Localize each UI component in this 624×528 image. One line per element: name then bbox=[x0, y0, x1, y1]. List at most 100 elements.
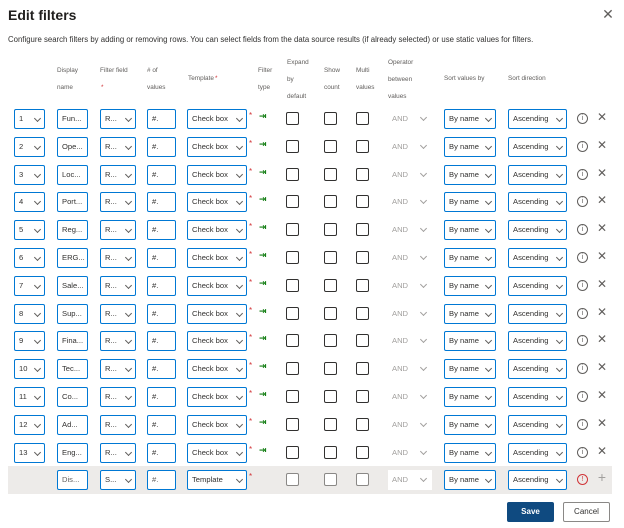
info-icon[interactable]: i bbox=[577, 140, 588, 152]
multi-values-checkbox[interactable] bbox=[356, 390, 369, 403]
template-dropdown[interactable]: Check box bbox=[187, 248, 247, 268]
num-values-input[interactable]: #. bbox=[147, 442, 176, 463]
sort-by-dropdown[interactable]: By name bbox=[444, 275, 496, 296]
multi-values-checkbox[interactable] bbox=[356, 139, 369, 153]
show-count-checkbox[interactable] bbox=[324, 139, 337, 153]
filter-type-arrow-icon[interactable]: ⇥ bbox=[259, 389, 267, 400]
template-dropdown[interactable]: Check box bbox=[187, 331, 247, 352]
sort-direction-dropdown[interactable]: Ascending bbox=[508, 248, 567, 268]
expand-by-default-checkbox[interactable] bbox=[286, 223, 299, 237]
template-dropdown[interactable]: Check box bbox=[187, 414, 247, 435]
display-name-input[interactable]: Co... bbox=[57, 387, 88, 407]
filter-type-arrow-icon[interactable]: ⇥ bbox=[259, 194, 267, 205]
info-icon[interactable]: i bbox=[577, 252, 588, 263]
sort-direction-dropdown[interactable]: Ascending bbox=[508, 220, 567, 241]
show-count-checkbox[interactable] bbox=[324, 362, 337, 376]
filter-type-arrow-icon[interactable]: ⇥ bbox=[259, 111, 267, 122]
expand-by-default-checkbox[interactable] bbox=[286, 417, 299, 431]
sort-by-dropdown[interactable]: By name bbox=[444, 248, 496, 268]
sort-direction-dropdown[interactable]: Ascending bbox=[508, 331, 567, 352]
template-dropdown[interactable]: Check box bbox=[187, 303, 247, 324]
display-name-input[interactable]: Sale... bbox=[57, 275, 88, 296]
num-values-input[interactable]: #. bbox=[147, 192, 176, 213]
show-count-checkbox[interactable] bbox=[324, 390, 337, 403]
template-dropdown[interactable]: Check box bbox=[187, 275, 247, 296]
template-dropdown[interactable]: Check box bbox=[187, 220, 247, 241]
show-count-checkbox[interactable] bbox=[324, 306, 337, 320]
filter-type-arrow-icon[interactable]: ⇥ bbox=[259, 278, 267, 289]
display-name-input[interactable]: Fun... bbox=[57, 109, 88, 129]
info-icon[interactable]: i bbox=[577, 307, 588, 319]
sort-by-dropdown[interactable]: By name bbox=[444, 220, 496, 241]
filter-type-arrow-icon[interactable]: ⇥ bbox=[259, 445, 267, 456]
order-dropdown[interactable]: 9 bbox=[14, 331, 45, 352]
show-count-checkbox[interactable] bbox=[324, 445, 337, 459]
sort-by-dropdown[interactable]: By name bbox=[444, 359, 496, 380]
close-icon[interactable]: ✕ bbox=[597, 444, 607, 458]
save-button[interactable]: Save bbox=[507, 502, 554, 522]
template-dropdown[interactable]: Check box bbox=[187, 192, 247, 213]
template-dropdown[interactable]: Check box bbox=[187, 109, 247, 129]
order-dropdown[interactable]: 13 bbox=[14, 442, 45, 463]
close-icon[interactable]: ✕ bbox=[597, 416, 607, 430]
multi-values-checkbox[interactable] bbox=[356, 195, 369, 209]
close-icon[interactable]: ✕ bbox=[597, 110, 607, 124]
show-count-checkbox[interactable] bbox=[324, 334, 337, 348]
filter-field-dropdown[interactable]: R... bbox=[100, 192, 136, 213]
num-values-input[interactable]: #. bbox=[147, 470, 176, 491]
template-dropdown[interactable]: Check box bbox=[187, 359, 247, 380]
sort-by-dropdown[interactable]: By name bbox=[444, 164, 496, 185]
order-dropdown[interactable]: 8 bbox=[14, 303, 45, 324]
close-icon[interactable]: ✕ bbox=[597, 305, 607, 319]
info-icon[interactable]: i bbox=[577, 168, 588, 180]
multi-values-checkbox[interactable] bbox=[356, 473, 369, 487]
close-icon[interactable]: ✕ bbox=[600, 6, 616, 23]
filter-field-dropdown[interactable]: R... bbox=[100, 136, 136, 157]
num-values-input[interactable]: #. bbox=[147, 248, 176, 268]
info-icon[interactable]: i bbox=[577, 279, 588, 291]
filter-type-arrow-icon[interactable]: ⇥ bbox=[259, 361, 267, 372]
template-dropdown[interactable]: Check box bbox=[187, 442, 247, 463]
display-name-input[interactable]: Reg... bbox=[57, 220, 88, 241]
display-name-input[interactable]: Ad... bbox=[57, 414, 88, 435]
multi-values-checkbox[interactable] bbox=[356, 112, 369, 125]
close-icon[interactable]: ✕ bbox=[597, 277, 607, 291]
order-dropdown[interactable]: 3 bbox=[14, 164, 45, 185]
sort-direction-dropdown[interactable]: Ascending bbox=[508, 275, 567, 296]
template-dropdown[interactable]: Check box bbox=[187, 164, 247, 185]
close-icon[interactable]: ✕ bbox=[597, 193, 607, 207]
filter-field-dropdown[interactable]: R... bbox=[100, 414, 136, 435]
expand-by-default-checkbox[interactable] bbox=[286, 445, 299, 459]
close-icon[interactable]: ✕ bbox=[597, 221, 607, 235]
cancel-button[interactable]: Cancel bbox=[563, 502, 610, 522]
filter-field-dropdown[interactable]: R... bbox=[100, 303, 136, 324]
operator-dropdown[interactable]: AND bbox=[388, 387, 432, 407]
order-dropdown[interactable]: 1 bbox=[14, 109, 45, 129]
order-dropdown[interactable]: 11 bbox=[14, 387, 45, 407]
num-values-input[interactable]: #. bbox=[147, 220, 176, 241]
sort-direction-dropdown[interactable]: Ascending bbox=[508, 109, 567, 129]
show-count-checkbox[interactable] bbox=[324, 473, 337, 487]
template-dropdown[interactable]: Check box bbox=[187, 136, 247, 157]
template-dropdown[interactable]: Template bbox=[187, 470, 247, 491]
filter-type-arrow-icon[interactable]: ⇥ bbox=[259, 222, 267, 233]
operator-dropdown[interactable]: AND bbox=[388, 331, 432, 352]
expand-by-default-checkbox[interactable] bbox=[286, 334, 299, 348]
sort-by-dropdown[interactable]: By name bbox=[444, 136, 496, 157]
display-name-input[interactable]: Tec... bbox=[57, 359, 88, 380]
multi-values-checkbox[interactable] bbox=[356, 167, 369, 181]
display-name-input[interactable]: Port... bbox=[57, 192, 88, 213]
order-dropdown[interactable]: 2 bbox=[14, 136, 45, 157]
multi-values-checkbox[interactable] bbox=[356, 278, 369, 292]
num-values-input[interactable]: #. bbox=[147, 414, 176, 435]
operator-dropdown[interactable]: AND bbox=[388, 248, 432, 268]
info-icon[interactable]: i bbox=[577, 391, 588, 402]
info-icon[interactable]: i bbox=[577, 196, 588, 208]
sort-by-dropdown[interactable]: By name bbox=[444, 414, 496, 435]
sort-direction-dropdown[interactable]: Ascending bbox=[508, 470, 567, 491]
filter-type-arrow-icon[interactable]: ⇥ bbox=[259, 250, 267, 261]
filter-type-arrow-icon[interactable]: ⇥ bbox=[259, 139, 267, 150]
multi-values-checkbox[interactable] bbox=[356, 445, 369, 459]
order-dropdown[interactable]: 12 bbox=[14, 414, 45, 435]
sort-by-dropdown[interactable]: By name bbox=[444, 387, 496, 407]
